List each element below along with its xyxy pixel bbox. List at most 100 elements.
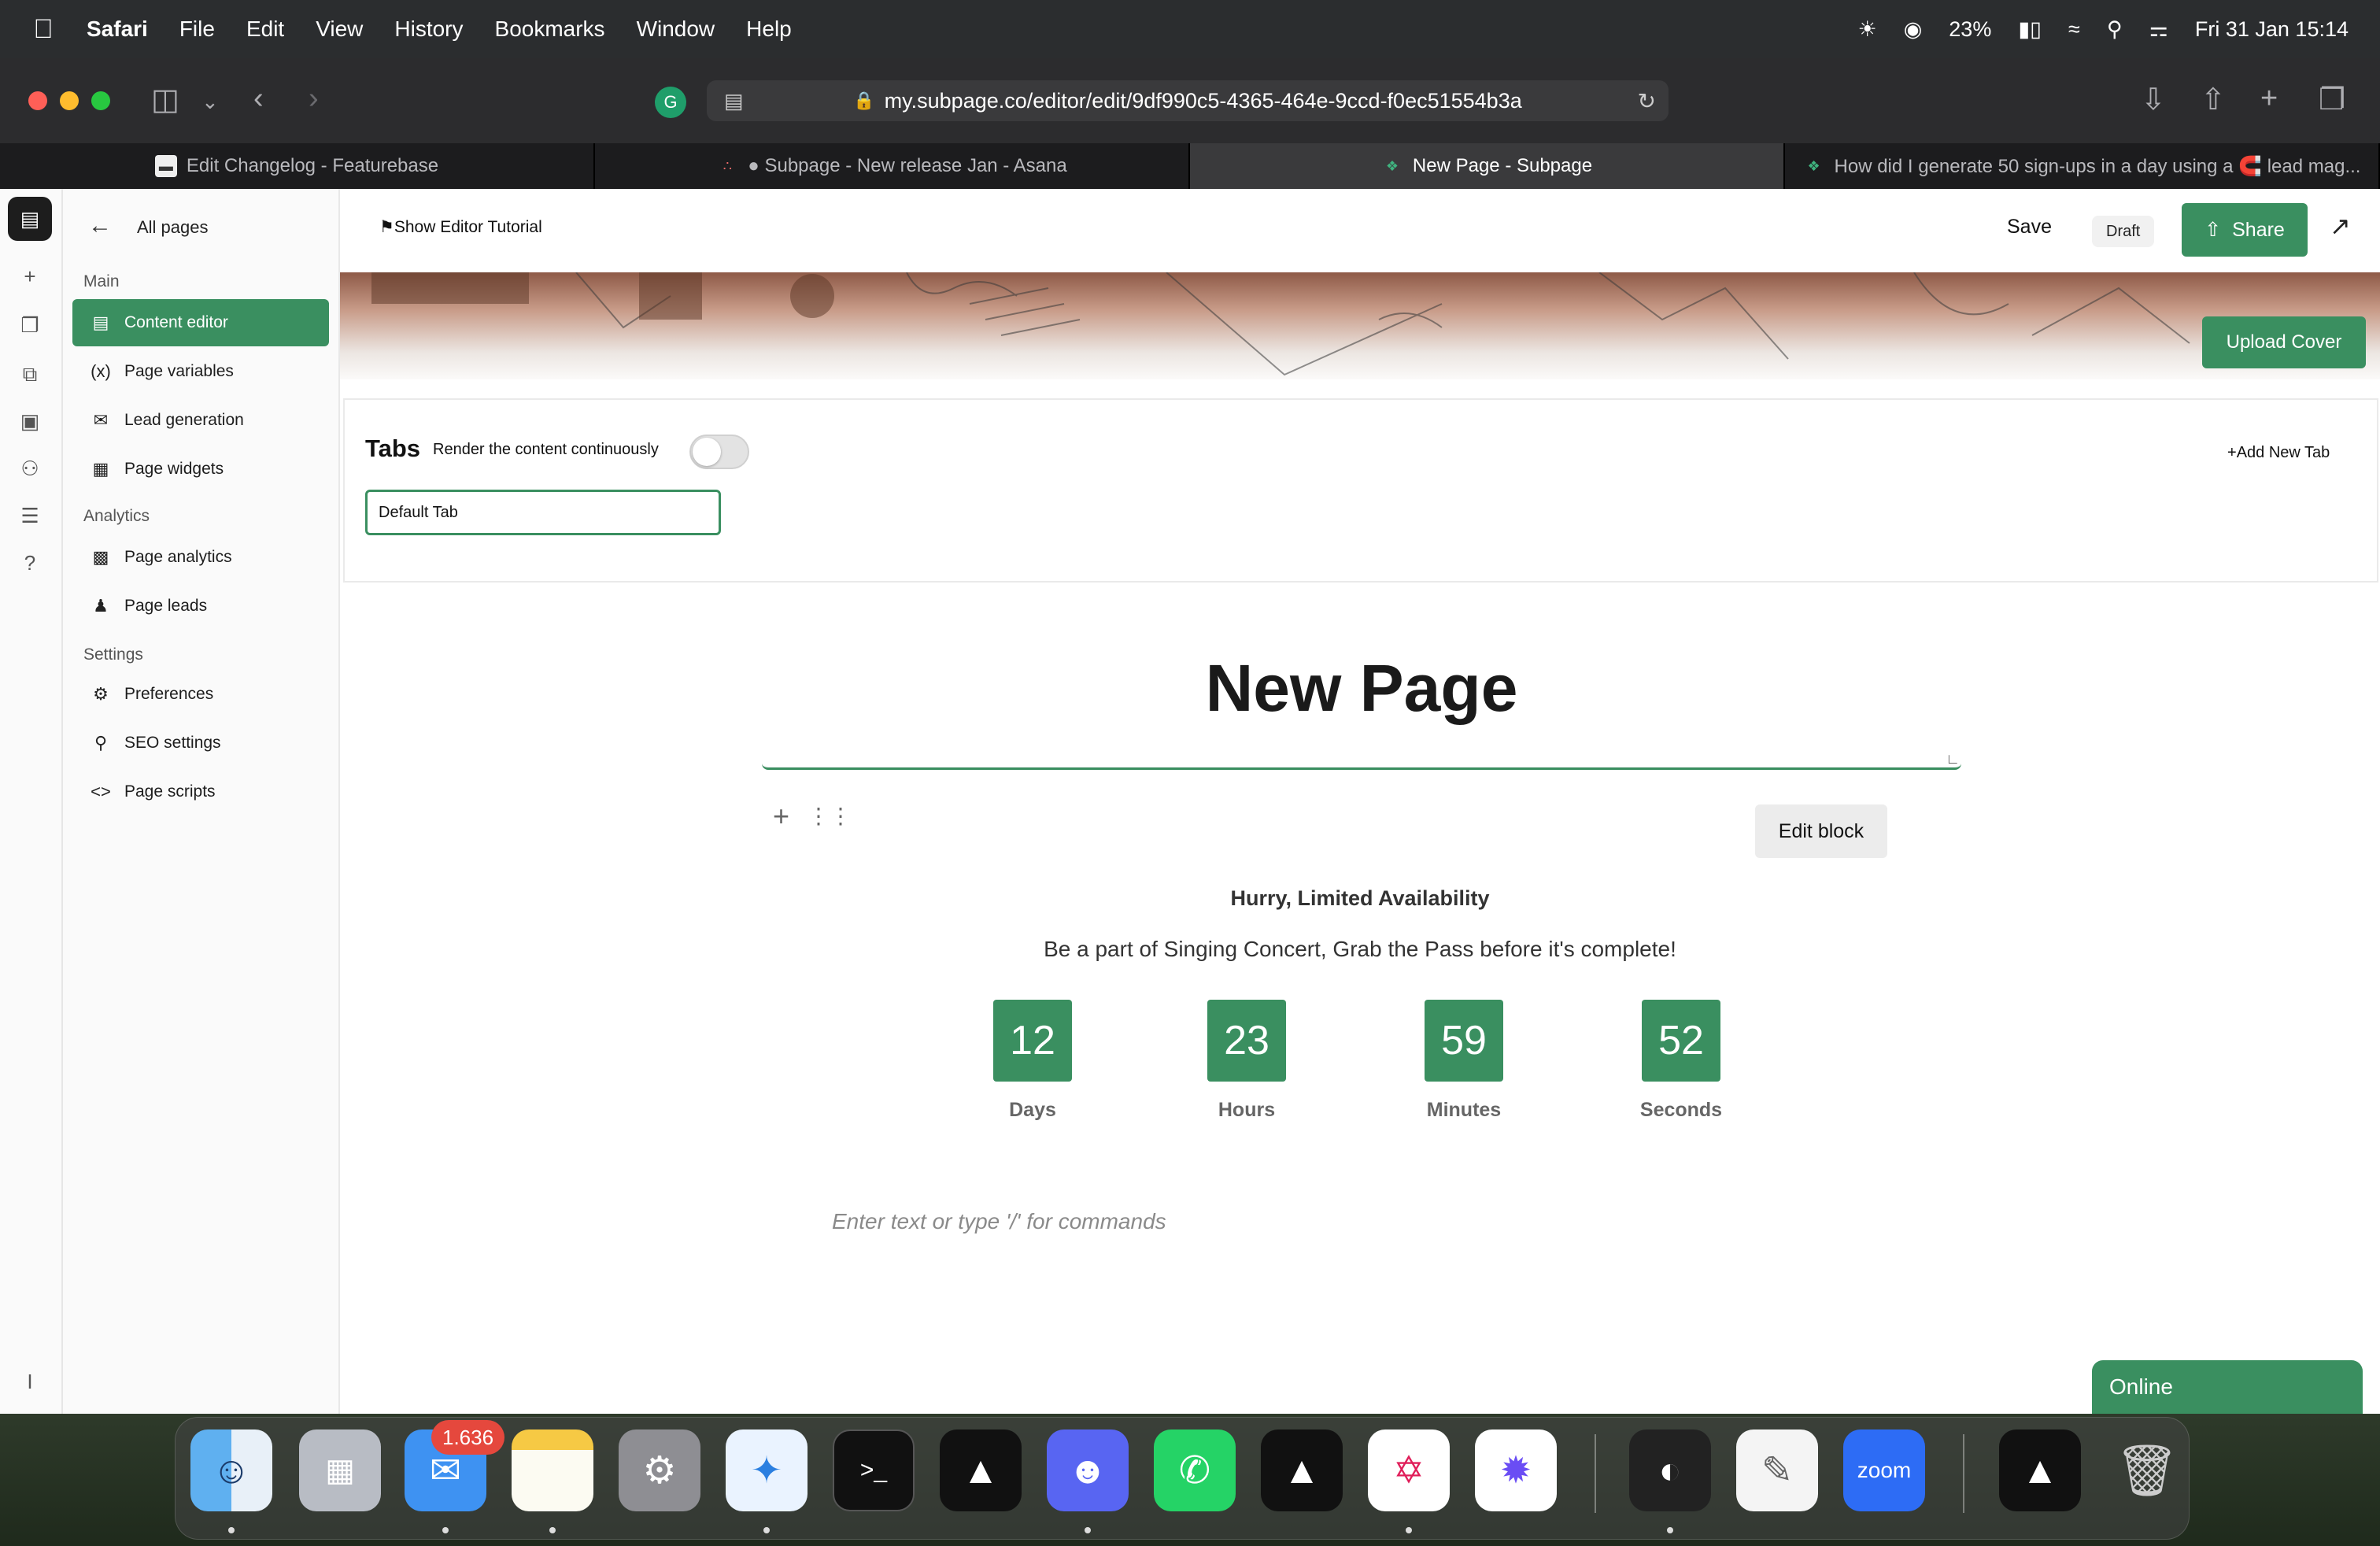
- share-button[interactable]: ⇧ Share: [2182, 203, 2308, 257]
- discord-icon[interactable]: ☻: [1047, 1429, 1129, 1511]
- address-bar[interactable]: ▤ 🔒 my.subpage.co/editor/edit/9df990c5-4…: [707, 80, 1669, 121]
- zoom-window-button[interactable]: [91, 91, 110, 110]
- external-link-icon[interactable]: ↗: [2330, 211, 2351, 241]
- sidebar-item-lead-generation[interactable]: ✉ Lead generation: [72, 397, 329, 444]
- resize-handle-icon[interactable]: ∟: [1946, 751, 1960, 767]
- add-block-icon[interactable]: +: [773, 800, 789, 833]
- sidebar-item-preferences[interactable]: ⚙ Preferences: [72, 671, 329, 718]
- launchpad-icon[interactable]: ▦: [299, 1429, 381, 1511]
- spotlight-icon[interactable]: ⚲: [2107, 17, 2123, 42]
- browser-tab-active[interactable]: ❖ New Page - Subpage: [1190, 143, 1785, 189]
- sidebar-item-page-leads[interactable]: ♟ Page leads: [72, 583, 329, 630]
- apple-icon[interactable]: : [0, 14, 87, 45]
- cursor-icon[interactable]: I: [17, 1370, 42, 1395]
- menu-edit[interactable]: Edit: [231, 17, 300, 42]
- image-icon[interactable]: ▣: [17, 409, 42, 435]
- running-indicator: [763, 1527, 770, 1533]
- browser-tab[interactable]: ∴ ● Subpage - New release Jan - Asana: [595, 143, 1190, 189]
- terminal-icon[interactable]: >_: [833, 1429, 915, 1511]
- online-chat-widget[interactable]: Online: [2092, 1360, 2363, 1414]
- new-tab-icon[interactable]: +: [2260, 82, 2278, 116]
- pages-icon[interactable]: ❐: [17, 313, 42, 338]
- back-arrow-icon[interactable]: ←: [88, 213, 112, 239]
- finder-icon[interactable]: ☺: [190, 1429, 272, 1511]
- close-window-button[interactable]: [28, 91, 47, 110]
- app-icon[interactable]: ▲: [1261, 1429, 1343, 1511]
- browser-tab[interactable]: ▬ Edit Changelog - Featurebase: [0, 143, 595, 189]
- notes-icon[interactable]: [512, 1429, 593, 1511]
- trash-icon[interactable]: 🗑: [2106, 1429, 2188, 1511]
- minimize-window-button[interactable]: [60, 91, 79, 110]
- upload-cover-button[interactable]: Upload Cover: [2202, 316, 2366, 368]
- add-new-tab-button[interactable]: +Add New Tab: [2227, 444, 2330, 462]
- page-title[interactable]: New Page: [762, 650, 1961, 727]
- menu-view[interactable]: View: [300, 17, 379, 42]
- clock[interactable]: Fri 31 Jan 15:14: [2195, 17, 2349, 42]
- slack-icon[interactable]: ✡: [1368, 1429, 1450, 1511]
- menu-help[interactable]: Help: [730, 17, 808, 42]
- zoom-label: zoom: [1857, 1458, 1912, 1482]
- downloads-icon[interactable]: ⇩: [2141, 82, 2166, 117]
- sidebar-item-label: Page leads: [124, 597, 208, 615]
- app-icon[interactable]: ✹: [1475, 1429, 1557, 1511]
- page-title-block[interactable]: New Page ∟: [762, 619, 1961, 770]
- page-settings-icon[interactable]: ▤: [724, 89, 744, 113]
- zoom-icon[interactable]: zoom: [1843, 1429, 1925, 1511]
- edit-block-button[interactable]: Edit block: [1755, 804, 1887, 858]
- sidebar-item-page-widgets[interactable]: ▦ Page widgets: [72, 446, 329, 493]
- tab-name-input[interactable]: Default Tab: [365, 490, 721, 535]
- battery-percent[interactable]: 23%: [1949, 17, 1991, 42]
- sidebar-toggle-icon[interactable]: ◫: [151, 82, 179, 117]
- copy-icon[interactable]: ⧉: [17, 362, 42, 387]
- sidebar-item-content-editor[interactable]: ▤ Content editor: [72, 299, 329, 346]
- drag-handle-icon[interactable]: ⋮⋮: [808, 803, 852, 829]
- app-icon[interactable]: ◐: [1629, 1429, 1711, 1511]
- menu-history[interactable]: History: [379, 17, 479, 42]
- sidebar-item-page-scripts[interactable]: <> Page scripts: [72, 768, 329, 816]
- all-pages-link[interactable]: All pages: [137, 217, 209, 238]
- app-icon[interactable]: ▲: [940, 1429, 1022, 1511]
- help-icon[interactable]: ?: [17, 551, 42, 576]
- grammarly-extension-icon[interactable]: G: [655, 87, 686, 118]
- whatsapp-icon[interactable]: ✆: [1154, 1429, 1236, 1511]
- forward-icon[interactable]: ›: [309, 82, 319, 116]
- control-center-icon[interactable]: ⚎: [2149, 17, 2168, 42]
- sidebar-item-seo-settings[interactable]: ⚲ SEO settings: [72, 719, 329, 767]
- menu-window[interactable]: Window: [621, 17, 731, 42]
- sidebar-item-page-variables[interactable]: (x) Page variables: [72, 348, 329, 395]
- browser-tab[interactable]: ❖ How did I generate 50 sign-ups in a da…: [1785, 143, 2380, 189]
- reload-icon[interactable]: ↻: [1638, 88, 1656, 114]
- dock-separator: [1595, 1434, 1596, 1513]
- grammarly-icon[interactable]: ◉: [1904, 17, 1923, 42]
- render-continuously-toggle[interactable]: [689, 435, 749, 469]
- battery-icon[interactable]: ▮▯: [2018, 17, 2042, 42]
- menu-file[interactable]: File: [164, 17, 231, 42]
- show-tutorial-button[interactable]: ⚑Show Editor Tutorial: [379, 217, 542, 237]
- subpage-logo-icon[interactable]: ▤: [8, 197, 52, 241]
- lock-icon: 🔒: [853, 91, 875, 110]
- tab-overview-icon[interactable]: ❐: [2319, 82, 2345, 117]
- tutorial-label: Show Editor Tutorial: [394, 218, 542, 236]
- back-icon[interactable]: ‹: [253, 82, 264, 116]
- sidebar-item-page-analytics[interactable]: ▩ Page analytics: [72, 534, 329, 581]
- tab-title: How did I generate 50 sign-ups in a day …: [1834, 155, 2361, 177]
- text-block-placeholder[interactable]: Enter text or type '/' for commands: [832, 1209, 1166, 1234]
- sliders-icon[interactable]: ☰: [17, 504, 42, 529]
- menu-app[interactable]: Safari: [87, 17, 164, 42]
- sidebar-item-label: Page scripts: [124, 782, 216, 801]
- textedit-icon[interactable]: ✎: [1736, 1429, 1818, 1511]
- bot-icon[interactable]: ⚇: [17, 457, 42, 482]
- app-icon[interactable]: ▲: [1999, 1429, 2081, 1511]
- share-icon[interactable]: ⇧: [2201, 82, 2226, 117]
- brightness-icon[interactable]: ☀: [1858, 17, 1877, 42]
- countdown-value: 52: [1642, 1000, 1720, 1082]
- wifi-icon[interactable]: ≈: [2068, 17, 2080, 42]
- system-settings-icon[interactable]: ⚙: [619, 1429, 700, 1511]
- editor-topbar: ⚑Show Editor Tutorial Save Draft ⇧ Share…: [340, 189, 2380, 272]
- icon-rail: ▤ + ❐ ⧉ ▣ ⚇ ☰ ? I: [0, 189, 63, 1414]
- menu-bookmarks[interactable]: Bookmarks: [479, 17, 621, 42]
- safari-icon[interactable]: ✦: [726, 1429, 808, 1511]
- chevron-down-icon[interactable]: ⌄: [201, 90, 219, 114]
- save-button[interactable]: Save: [2007, 216, 2052, 239]
- plus-icon[interactable]: +: [17, 264, 42, 290]
